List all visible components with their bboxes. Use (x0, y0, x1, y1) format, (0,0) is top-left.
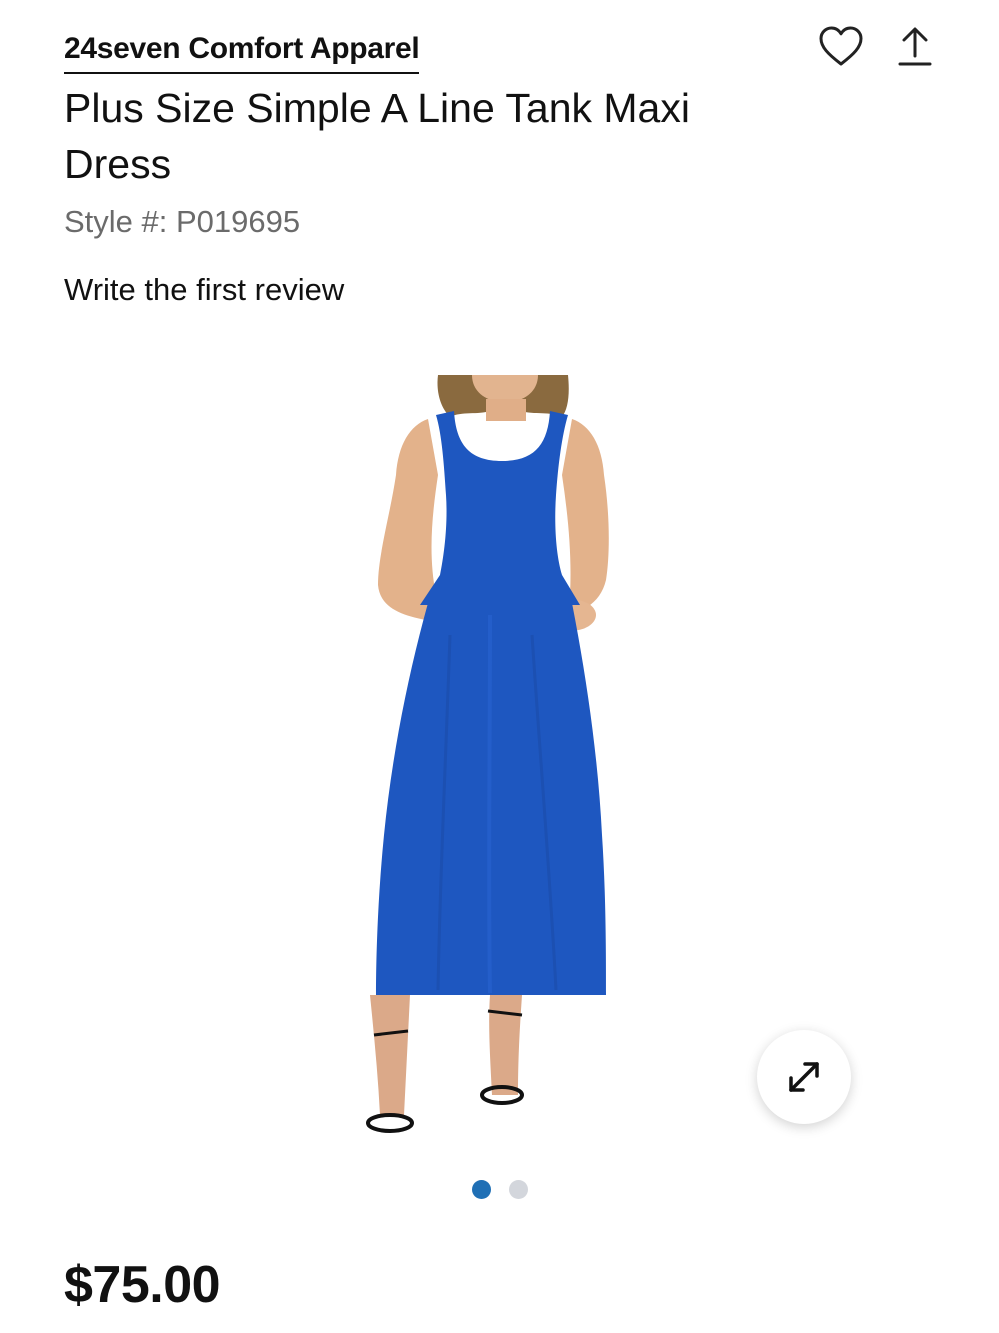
top-actions (817, 20, 939, 72)
heart-icon (819, 26, 863, 66)
favorite-button[interactable] (817, 20, 865, 72)
brand-link[interactable]: 24seven Comfort Apparel (64, 30, 420, 74)
zoom-button[interactable] (757, 1030, 851, 1124)
share-button[interactable] (891, 20, 939, 72)
product-image[interactable] (250, 375, 750, 1145)
price: $75.00 (64, 1256, 221, 1314)
product-title: Plus Size Simple A Line Tank Maxi Dress (64, 85, 690, 187)
style-number: Style #: P019695 (64, 204, 301, 239)
carousel-dots (0, 1180, 999, 1199)
dress-model-illustration (366, 375, 609, 1133)
expand-icon (789, 1062, 819, 1092)
write-review-link[interactable]: Write the first review (64, 270, 344, 310)
product-page: 24seven Comfort Apparel Plus Size Simple… (0, 0, 999, 1333)
carousel-dot-2[interactable] (508, 1180, 528, 1199)
share-icon (898, 27, 932, 66)
carousel-dot-1[interactable] (471, 1180, 491, 1199)
